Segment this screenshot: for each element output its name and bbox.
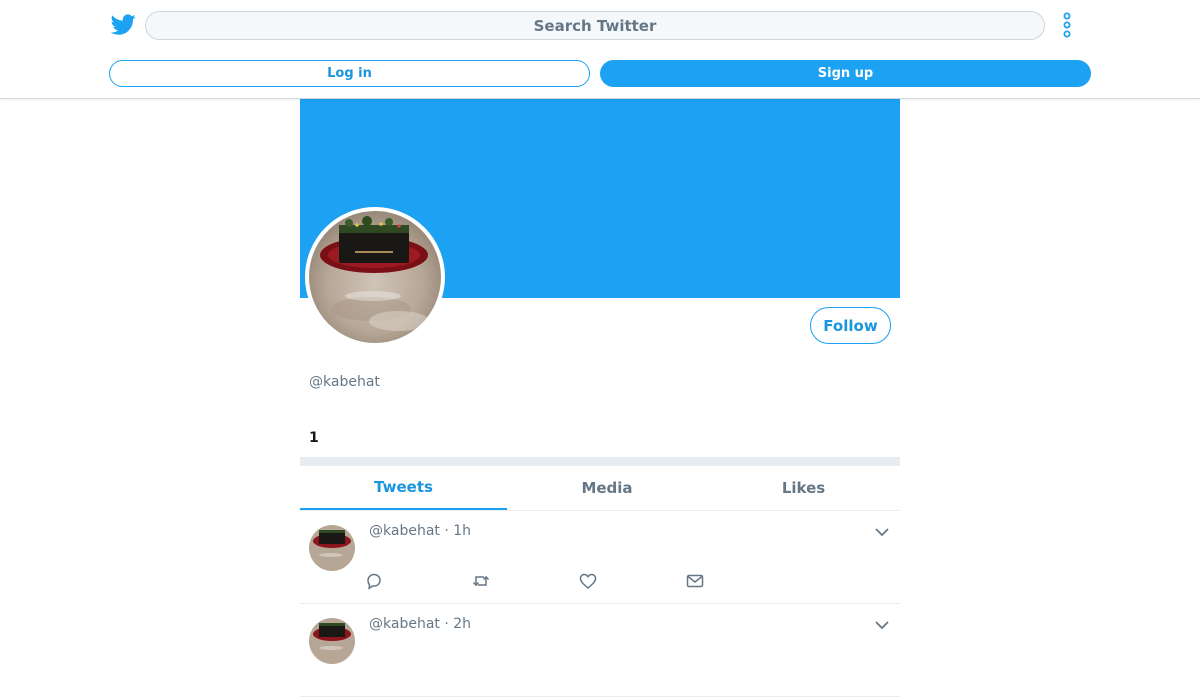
reply-icon[interactable] <box>364 571 384 591</box>
profile-handle: @kabehat <box>309 374 380 390</box>
tweet-item[interactable]: @kabehat · 2h <box>300 604 900 697</box>
tab-label: Likes <box>781 479 826 497</box>
follow-label: Follow <box>823 316 878 335</box>
search-placeholder: Search Twitter <box>533 16 657 35</box>
retweet-icon[interactable] <box>471 571 491 591</box>
signup-label: Sign up <box>817 66 874 81</box>
twitter-bird-icon[interactable] <box>111 12 136 37</box>
chevron-down-icon[interactable] <box>875 525 889 539</box>
like-icon[interactable] <box>578 571 598 591</box>
profile-tabs: Tweets Media Likes <box>300 466 900 511</box>
tab-likes[interactable]: Likes <box>707 466 900 510</box>
avatar[interactable] <box>309 525 355 571</box>
top-bar: Search Twitter Log in Sign up <box>0 0 1200 99</box>
signup-button[interactable]: Sign up <box>600 60 1091 87</box>
avatar[interactable] <box>309 618 355 664</box>
tweet-item[interactable]: @kabehat · 1h <box>300 511 900 604</box>
tab-label: Tweets <box>374 478 433 496</box>
search-input[interactable]: Search Twitter <box>145 11 1045 40</box>
more-vertical-icon[interactable] <box>1058 11 1076 39</box>
section-divider <box>300 457 900 466</box>
follow-button[interactable]: Follow <box>810 307 891 344</box>
profile-avatar[interactable] <box>305 207 445 347</box>
tab-label: Media <box>581 479 633 497</box>
tab-tweets[interactable]: Tweets <box>300 466 507 510</box>
tweet-meta: @kabehat · 1h <box>369 523 472 539</box>
mail-icon[interactable] <box>685 571 705 591</box>
tab-media[interactable]: Media <box>507 466 707 510</box>
login-label: Log in <box>327 66 372 81</box>
profile-stat-count: 1 <box>309 430 319 446</box>
login-button[interactable]: Log in <box>109 60 590 87</box>
